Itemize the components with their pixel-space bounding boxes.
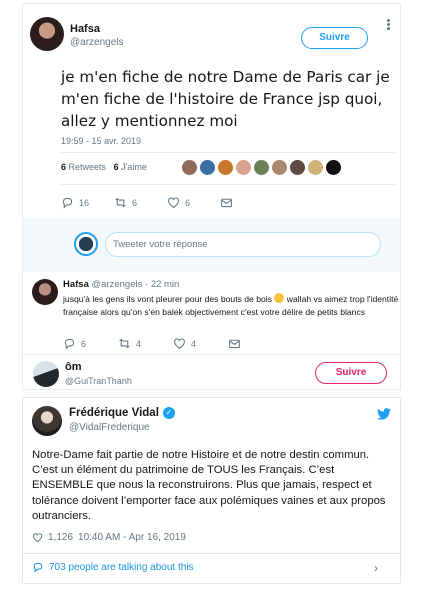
reply-text: jusqu'à les gens ils vont pleurer pour d…	[63, 293, 399, 319]
heart-icon	[174, 338, 185, 350]
like-action[interactable]: 6	[167, 196, 220, 209]
direct-message-action[interactable]	[228, 337, 283, 350]
embed-tweet-text: Notre-Dame fait partie de notre Histoire…	[32, 449, 386, 522]
reply-action[interactable]: 16	[61, 196, 114, 209]
follow-button[interactable]: Suivre	[315, 362, 387, 384]
envelope-icon	[221, 198, 232, 208]
like-count[interactable]: 6	[114, 162, 119, 172]
tweet-stats: 6 Retweets 6 J'aime	[61, 162, 147, 172]
reply-count: 16	[79, 197, 90, 208]
retweet-icon	[115, 197, 126, 208]
reply-composer: Tweeter votre réponse	[23, 218, 400, 272]
more-options-icon[interactable]	[383, 18, 393, 34]
like-action-count: 4	[191, 338, 197, 349]
heart-icon	[168, 197, 179, 209]
tweet-thread-screenshot: Hafsa @arzengels Suivre je m'en fiche de…	[22, 3, 401, 390]
liker-avatar[interactable]	[254, 160, 269, 175]
reply-count: 6	[81, 338, 87, 349]
envelope-icon	[229, 339, 240, 349]
divider	[23, 354, 400, 355]
liker-avatars[interactable]	[182, 160, 341, 175]
retweet-action-count: 6	[132, 197, 138, 208]
liker-avatar[interactable]	[272, 160, 287, 175]
tweet-timestamp[interactable]: 19:59 - 15 avr. 2019	[61, 136, 141, 146]
twitter-bird-icon[interactable]	[377, 408, 391, 420]
liker-avatar[interactable]	[200, 160, 215, 175]
embedded-tweet: Frédérique Vidal ✓ @VidalFrederique Notr…	[22, 397, 401, 584]
reply-icon	[64, 338, 75, 350]
reply-age[interactable]: 22 min	[151, 279, 180, 290]
liker-avatar[interactable]	[290, 160, 305, 175]
divider	[61, 184, 395, 185]
avatar[interactable]	[30, 17, 64, 51]
avatar[interactable]	[33, 361, 59, 387]
reply-input[interactable]: Tweeter votre réponse	[105, 232, 381, 257]
reply-action[interactable]: 6	[63, 337, 118, 350]
reply-icon	[62, 197, 73, 209]
like-label[interactable]: J'aime	[121, 162, 147, 172]
embed-author-name[interactable]: Frédérique Vidal	[69, 407, 159, 419]
embed-meta: 1,126 10:40 AM - Apr 16, 2019	[32, 532, 186, 543]
reply-actions: 6 4 4	[63, 337, 283, 350]
liker-avatar[interactable]	[236, 160, 251, 175]
talking-text: 703 people are talking about this	[49, 561, 194, 573]
liker-avatar[interactable]	[182, 160, 197, 175]
suggested-user-handle[interactable]: @GuiTranThanh	[65, 376, 132, 386]
retweet-action[interactable]: 6	[114, 196, 167, 209]
verified-badge-icon: ✓	[162, 407, 175, 419]
embed-timestamp[interactable]: 10:40 AM - Apr 16, 2019	[78, 532, 186, 543]
embed-like-count[interactable]: 1,126	[48, 532, 73, 543]
avatar[interactable]	[32, 406, 62, 436]
liker-avatar[interactable]	[218, 160, 233, 175]
current-user-avatar	[74, 232, 98, 256]
embed-author: Frédérique Vidal ✓	[69, 407, 175, 419]
laughing-emoji-icon	[274, 293, 285, 303]
heart-icon[interactable]	[32, 532, 43, 543]
reply-author-handle[interactable]: @arzengels	[92, 279, 143, 290]
retweet-count[interactable]: 6	[61, 162, 66, 172]
follow-button[interactable]: Suivre	[301, 27, 368, 49]
reply-text-part1: jusqu'à les gens ils vont pleurer pour d…	[63, 294, 272, 304]
suggested-user-name[interactable]: ôm	[65, 361, 82, 373]
liker-avatar[interactable]	[326, 160, 341, 175]
retweet-icon	[119, 338, 130, 349]
retweet-action[interactable]: 4	[118, 337, 173, 350]
tweet-text: je m'en fiche de notre Dame de Paris car…	[61, 68, 390, 130]
embed-author-handle[interactable]: @VidalFrederique	[69, 422, 150, 433]
direct-message-action[interactable]	[220, 196, 273, 209]
retweet-label[interactable]: Retweets	[69, 162, 107, 172]
avatar[interactable]	[32, 279, 58, 305]
talking-link[interactable]: 703 people are talking about this	[32, 561, 194, 573]
divider	[23, 553, 400, 554]
liker-avatar[interactable]	[308, 160, 323, 175]
divider	[61, 152, 395, 153]
tweet-actions: 16 6 6	[61, 196, 273, 209]
like-action-count: 6	[185, 197, 191, 208]
author-name[interactable]: Hafsa	[70, 23, 100, 35]
reply-author-name[interactable]: Hafsa	[63, 279, 89, 290]
author-handle[interactable]: @arzengels	[70, 37, 124, 48]
chevron-right-icon[interactable]: ›	[374, 561, 378, 575]
like-action[interactable]: 4	[173, 337, 228, 350]
reply-author: Hafsa @arzengels · 22 min	[63, 279, 180, 290]
retweet-action-count: 4	[136, 338, 142, 349]
comment-icon	[33, 562, 43, 573]
